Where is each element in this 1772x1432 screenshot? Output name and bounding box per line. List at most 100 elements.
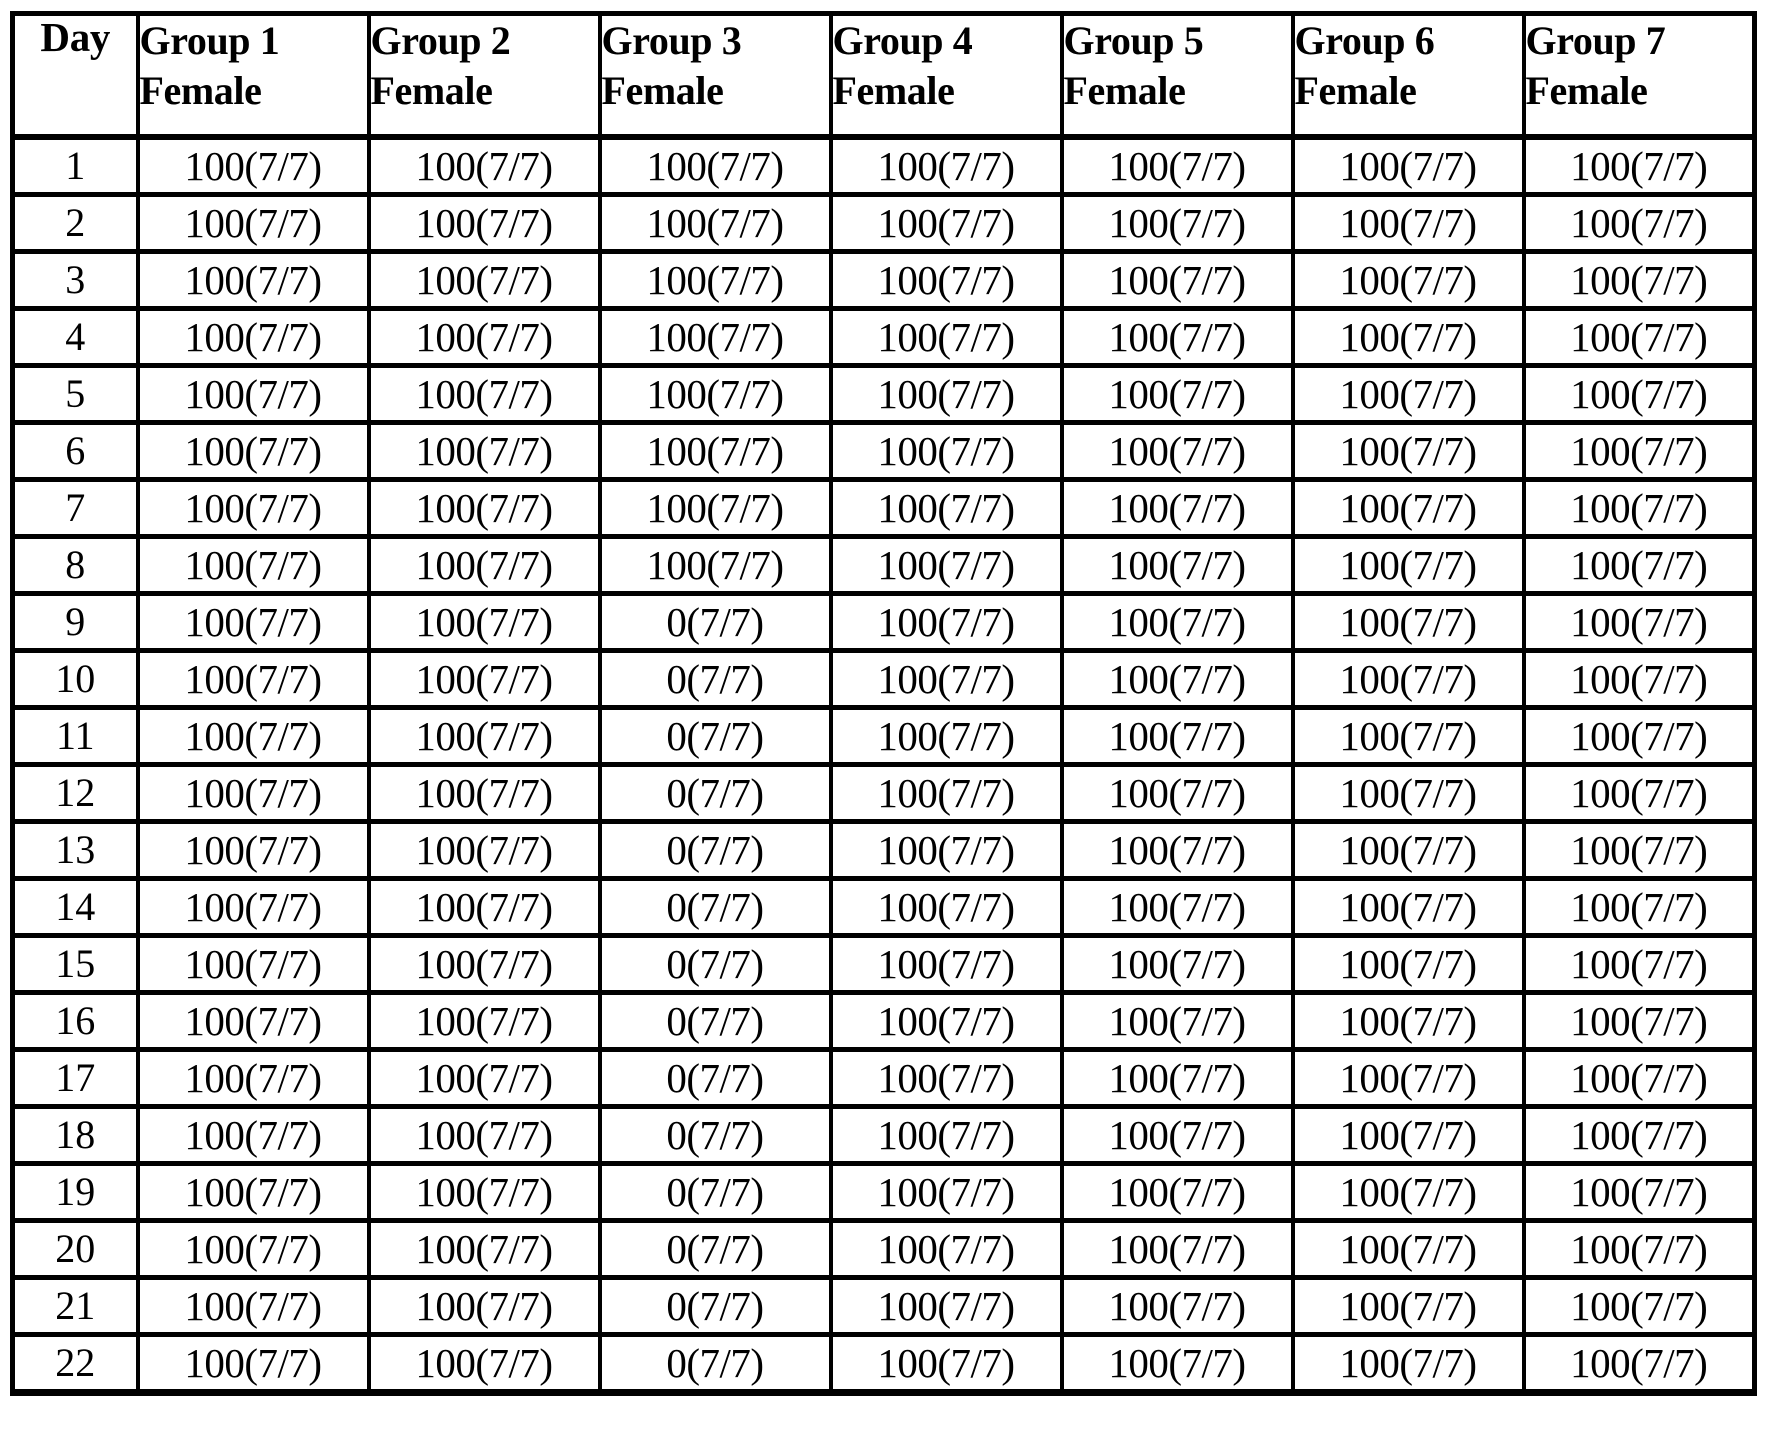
survival-cell-group-4: 100(7/7) (828, 306, 1064, 368)
column-header-group-1-line2: Female (139, 68, 262, 113)
survival-cell-group-7: 100(7/7) (1521, 990, 1757, 1052)
survival-cell-group-6: 100(7/7) (1290, 762, 1526, 824)
survival-cell-group-2: 100(7/7) (366, 648, 602, 710)
survival-cell-group-1: 100(7/7) (135, 1332, 371, 1396)
survival-cell-group-6: 100(7/7) (1290, 705, 1526, 767)
column-header-group-5: Group 5 Female (1059, 11, 1295, 140)
survival-cell-group-6: 100(7/7) (1290, 477, 1526, 539)
survival-cell-group-6: 100(7/7) (1290, 1047, 1526, 1109)
table-row: 5 100(7/7) 100(7/7) 100(7/7) 100(7/7) 100(7/7… (10, 363, 1757, 425)
survival-cell-group-7: 100(7/7) (1521, 1047, 1757, 1109)
day-cell: 10 (10, 648, 140, 710)
column-header-group-7-line1: Group 7 (1525, 18, 1666, 63)
survival-cell-group-7: 100(7/7) (1521, 306, 1757, 368)
survival-cell-group-4: 100(7/7) (828, 534, 1064, 596)
column-header-group-1-line1: Group 1 (139, 18, 280, 63)
survival-cell-group-3: 0(7/7) (597, 705, 833, 767)
survival-cell-group-5: 100(7/7) (1059, 306, 1295, 368)
day-cell: 8 (10, 534, 140, 596)
survival-cell-group-5: 100(7/7) (1059, 1218, 1295, 1280)
survival-cell-group-4: 100(7/7) (828, 1332, 1064, 1396)
survival-cell-group-7: 100(7/7) (1521, 819, 1757, 881)
survival-cell-group-3: 0(7/7) (597, 876, 833, 938)
survival-cell-group-6: 100(7/7) (1290, 420, 1526, 482)
survival-cell-group-6: 100(7/7) (1290, 990, 1526, 1052)
survival-cell-group-7: 100(7/7) (1521, 134, 1757, 197)
survival-cell-group-2: 100(7/7) (366, 134, 602, 197)
day-cell: 11 (10, 705, 140, 767)
column-header-group-2-line2: Female (370, 68, 493, 113)
column-header-group-3-line1: Group 3 (601, 18, 742, 63)
survival-cell-group-7: 100(7/7) (1521, 1275, 1757, 1337)
survival-cell-group-5: 100(7/7) (1059, 420, 1295, 482)
survival-cell-group-3: 0(7/7) (597, 1218, 833, 1280)
day-cell: 21 (10, 1275, 140, 1337)
survival-cell-group-3: 0(7/7) (597, 591, 833, 653)
survival-cell-group-5: 100(7/7) (1059, 363, 1295, 425)
survival-cell-group-2: 100(7/7) (366, 420, 602, 482)
survival-cell-group-7: 100(7/7) (1521, 1332, 1757, 1396)
survival-cell-group-3: 0(7/7) (597, 1104, 833, 1166)
table-row: 14 100(7/7) 100(7/7) 0(7/7) 100(7/7) 100(7/7)… (10, 876, 1757, 938)
survival-cell-group-4: 100(7/7) (828, 1161, 1064, 1223)
survival-cell-group-1: 100(7/7) (135, 762, 371, 824)
table-row: 8 100(7/7) 100(7/7) 100(7/7) 100(7/7) 100(7/7… (10, 534, 1757, 596)
survival-cell-group-4: 100(7/7) (828, 477, 1064, 539)
survival-cell-group-7: 100(7/7) (1521, 534, 1757, 596)
day-cell: 9 (10, 591, 140, 653)
table-row: 22 100(7/7) 100(7/7) 0(7/7) 100(7/7) 100(7/7)… (10, 1332, 1757, 1396)
survival-cell-group-5: 100(7/7) (1059, 990, 1295, 1052)
survival-cell-group-3: 100(7/7) (597, 249, 833, 311)
column-header-group-6-line2: Female (1294, 68, 1417, 113)
survival-cell-group-7: 100(7/7) (1521, 705, 1757, 767)
survival-cell-group-7: 100(7/7) (1521, 1218, 1757, 1280)
table-row: 6 100(7/7) 100(7/7) 100(7/7) 100(7/7) 100(7/7… (10, 420, 1757, 482)
survival-cell-group-6: 100(7/7) (1290, 1332, 1526, 1396)
survival-cell-group-2: 100(7/7) (366, 1161, 602, 1223)
survival-cell-group-3: 0(7/7) (597, 819, 833, 881)
survival-cell-group-6: 100(7/7) (1290, 363, 1526, 425)
survival-cell-group-3: 0(7/7) (597, 648, 833, 710)
survival-cell-group-3: 100(7/7) (597, 363, 833, 425)
table-row: 4 100(7/7) 100(7/7) 100(7/7) 100(7/7) 100(7/7… (10, 306, 1757, 368)
column-header-group-6: Group 6 Female (1290, 11, 1526, 140)
table-row: 19 100(7/7) 100(7/7) 0(7/7) 100(7/7) 100(7/7)… (10, 1161, 1757, 1223)
survival-cell-group-6: 100(7/7) (1290, 1218, 1526, 1280)
table-row: 20 100(7/7) 100(7/7) 0(7/7) 100(7/7) 100(7/7)… (10, 1218, 1757, 1280)
column-header-group-1: Group 1 Female (135, 11, 371, 140)
survival-cell-group-7: 100(7/7) (1521, 876, 1757, 938)
day-cell: 22 (10, 1332, 140, 1396)
survival-cell-group-4: 100(7/7) (828, 249, 1064, 311)
survival-cell-group-2: 100(7/7) (366, 1332, 602, 1396)
day-cell: 13 (10, 819, 140, 881)
survival-cell-group-2: 100(7/7) (366, 876, 602, 938)
day-cell: 12 (10, 762, 140, 824)
day-cell: 2 (10, 192, 140, 254)
survival-cell-group-6: 100(7/7) (1290, 1161, 1526, 1223)
survival-cell-group-1: 100(7/7) (135, 363, 371, 425)
survival-cell-group-7: 100(7/7) (1521, 648, 1757, 710)
day-cell: 15 (10, 933, 140, 995)
survival-cell-group-2: 100(7/7) (366, 819, 602, 881)
column-header-group-2-line1: Group 2 (370, 18, 511, 63)
survival-cell-group-6: 100(7/7) (1290, 134, 1526, 197)
survival-cell-group-1: 100(7/7) (135, 705, 371, 767)
survival-cell-group-7: 100(7/7) (1521, 249, 1757, 311)
survival-cell-group-4: 100(7/7) (828, 1218, 1064, 1280)
survival-cell-group-3: 100(7/7) (597, 192, 833, 254)
survival-cell-group-1: 100(7/7) (135, 134, 371, 197)
survival-cell-group-2: 100(7/7) (366, 705, 602, 767)
survival-table-container: Day Group 1 Female Group 2 Female Group … (10, 11, 1757, 1396)
survival-cell-group-1: 100(7/7) (135, 1275, 371, 1337)
survival-cell-group-5: 100(7/7) (1059, 477, 1295, 539)
survival-cell-group-3: 100(7/7) (597, 134, 833, 197)
survival-cell-group-2: 100(7/7) (366, 990, 602, 1052)
table-header-row: Day Group 1 Female Group 2 Female Group … (10, 11, 1757, 140)
survival-cell-group-3: 0(7/7) (597, 1332, 833, 1396)
survival-cell-group-6: 100(7/7) (1290, 306, 1526, 368)
survival-cell-group-4: 100(7/7) (828, 705, 1064, 767)
table-row: 17 100(7/7) 100(7/7) 0(7/7) 100(7/7) 100(7/7)… (10, 1047, 1757, 1109)
survival-cell-group-1: 100(7/7) (135, 933, 371, 995)
table-row: 9 100(7/7) 100(7/7) 0(7/7) 100(7/7) 100(7/7) 1… (10, 591, 1757, 653)
survival-cell-group-5: 100(7/7) (1059, 192, 1295, 254)
